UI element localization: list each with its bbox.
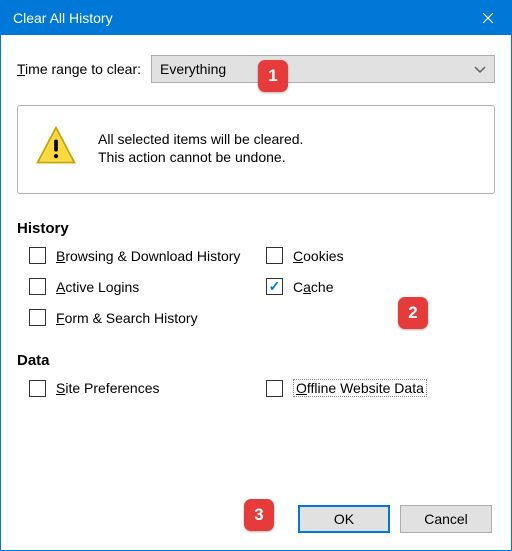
- checkbox-label: Browsing & Download History: [56, 248, 240, 264]
- checkbox-box: [29, 247, 46, 264]
- checkbox-label: Cookies: [293, 248, 344, 264]
- checkbox-label: Site Preferences: [56, 380, 160, 396]
- checkbox-label: Active Logins: [56, 279, 139, 295]
- checkbox-box: [266, 247, 283, 264]
- checkbox-label: Form & Search History: [56, 310, 198, 326]
- checkbox-cache[interactable]: Cache: [266, 278, 495, 295]
- data-section-title: Data: [17, 352, 495, 369]
- window-title: Clear All History: [13, 10, 465, 26]
- warning-icon: [34, 124, 78, 171]
- ok-button-label: OK: [334, 511, 354, 527]
- checkbox-active-logins[interactable]: Active Logins: [29, 278, 258, 295]
- annotation-callout-2: 2: [398, 297, 428, 329]
- annotation-callout-1: 1: [258, 60, 288, 92]
- checkbox-box: [266, 278, 283, 295]
- close-button[interactable]: [465, 1, 511, 35]
- checkbox-box: [266, 380, 283, 397]
- warning-text: All selected items will be cleared. This…: [98, 129, 303, 167]
- close-icon: [482, 12, 494, 24]
- warning-line2: This action cannot be undone.: [98, 149, 303, 165]
- checkbox-label: Cache: [293, 279, 334, 295]
- timerange-value: Everything: [160, 61, 226, 77]
- checkbox-label: Offline Website Data: [293, 379, 427, 397]
- checkbox-site-preferences[interactable]: Site Preferences: [29, 379, 258, 397]
- timerange-label: Time range to clear:: [17, 61, 141, 77]
- history-section-title: History: [17, 220, 495, 237]
- cancel-button[interactable]: Cancel: [400, 505, 492, 533]
- warning-line1: All selected items will be cleared.: [98, 131, 303, 147]
- checkbox-box: [29, 278, 46, 295]
- checkbox-cookies[interactable]: Cookies: [266, 247, 495, 264]
- annotation-callout-3: 3: [244, 499, 274, 531]
- checkbox-box: [29, 309, 46, 326]
- checkbox-offline-website-data[interactable]: Offline Website Data: [266, 379, 495, 397]
- checkbox-box: [29, 380, 46, 397]
- checkbox-browsing-history[interactable]: Browsing & Download History: [29, 247, 258, 264]
- title-bar: Clear All History: [1, 1, 511, 35]
- warning-panel: All selected items will be cleared. This…: [17, 105, 495, 194]
- timerange-dropdown[interactable]: Everything: [151, 55, 495, 83]
- checkbox-form-search-history[interactable]: Form & Search History: [29, 309, 258, 326]
- chevron-down-icon: [474, 61, 486, 77]
- cancel-button-label: Cancel: [424, 511, 468, 527]
- ok-button[interactable]: OK: [298, 505, 390, 533]
